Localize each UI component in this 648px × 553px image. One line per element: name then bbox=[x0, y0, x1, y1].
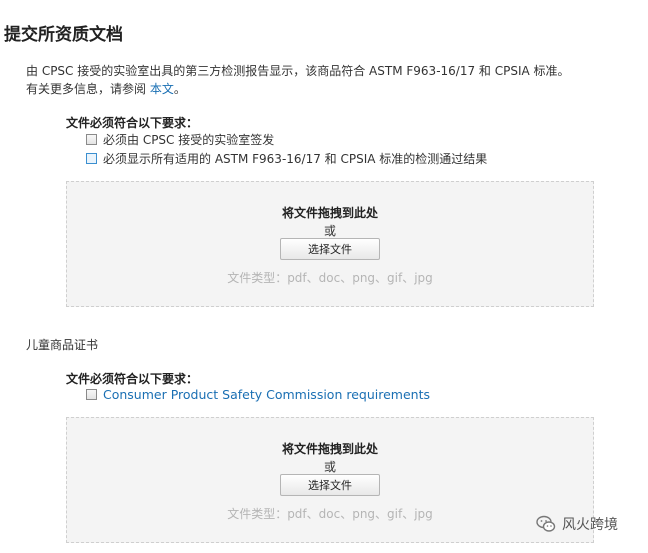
drop-zone-title: 将文件拖拽到此处 bbox=[281, 206, 378, 220]
file-types-hint: 文件类型：pdf、doc、png、gif、jpg bbox=[227, 271, 433, 285]
file-drop-zone[interactable]: 将文件拖拽到此处 或 选择文件 文件类型：pdf、doc、png、gif、jpg bbox=[66, 181, 594, 307]
intro-line-2-suffix: 。 bbox=[173, 82, 186, 96]
choose-file-button[interactable]: 选择文件 bbox=[280, 474, 380, 496]
page-title: 提交所资质文档 bbox=[4, 25, 123, 45]
file-types-hint: 文件类型：pdf、doc、png、gif、jpg bbox=[227, 507, 433, 521]
section2-requirements-title: 文件必须符合以下要求： bbox=[66, 372, 199, 386]
requirement-label: 必须显示所有适用的 ASTM F963-16/17 和 CPSIA 标准的检测通… bbox=[103, 152, 488, 166]
requirement-item[interactable]: 必须由 CPSC 接受的实验室签发 bbox=[86, 131, 274, 148]
choose-file-button[interactable]: 选择文件 bbox=[280, 238, 380, 260]
requirement-item[interactable]: 必须显示所有适用的 ASTM F963-16/17 和 CPSIA 标准的检测通… bbox=[86, 150, 487, 167]
requirement-item[interactable]: Consumer Product Safety Commission requi… bbox=[86, 387, 430, 402]
file-drop-zone[interactable]: 将文件拖拽到此处 或 选择文件 文件类型：pdf、doc、png、gif、jpg bbox=[66, 417, 594, 543]
intro-line-2-prefix: 有关更多信息，请参阅 bbox=[26, 82, 150, 96]
requirement-label: 必须由 CPSC 接受的实验室签发 bbox=[103, 133, 275, 147]
section1-requirements-title: 文件必须符合以下要求： bbox=[66, 116, 199, 130]
drop-zone-or: 或 bbox=[323, 224, 336, 238]
requirement-checkbox[interactable] bbox=[86, 134, 97, 145]
more-info-link[interactable]: 本文 bbox=[150, 82, 174, 96]
drop-zone-or: 或 bbox=[323, 460, 336, 474]
watermark-text: 风火跨境 bbox=[562, 517, 618, 533]
drop-zone-title: 将文件拖拽到此处 bbox=[281, 442, 378, 456]
requirement-checkbox[interactable] bbox=[86, 153, 97, 164]
intro-line-1: 由 CPSC 接受的实验室出具的第三方检测报告显示，该商品符合 ASTM F96… bbox=[26, 64, 570, 78]
intro-line-2: 有关更多信息，请参阅 本文。 bbox=[26, 80, 626, 98]
requirement-label: Consumer Product Safety Commission requi… bbox=[103, 387, 430, 402]
requirement-checkbox[interactable] bbox=[86, 389, 97, 400]
section2-label: 儿童商品证书 bbox=[26, 338, 99, 352]
intro-text: 由 CPSC 接受的实验室出具的第三方检测报告显示，该商品符合 ASTM F96… bbox=[26, 62, 626, 98]
watermark: 风火跨境 bbox=[536, 514, 618, 534]
wechat-icon bbox=[536, 515, 556, 532]
